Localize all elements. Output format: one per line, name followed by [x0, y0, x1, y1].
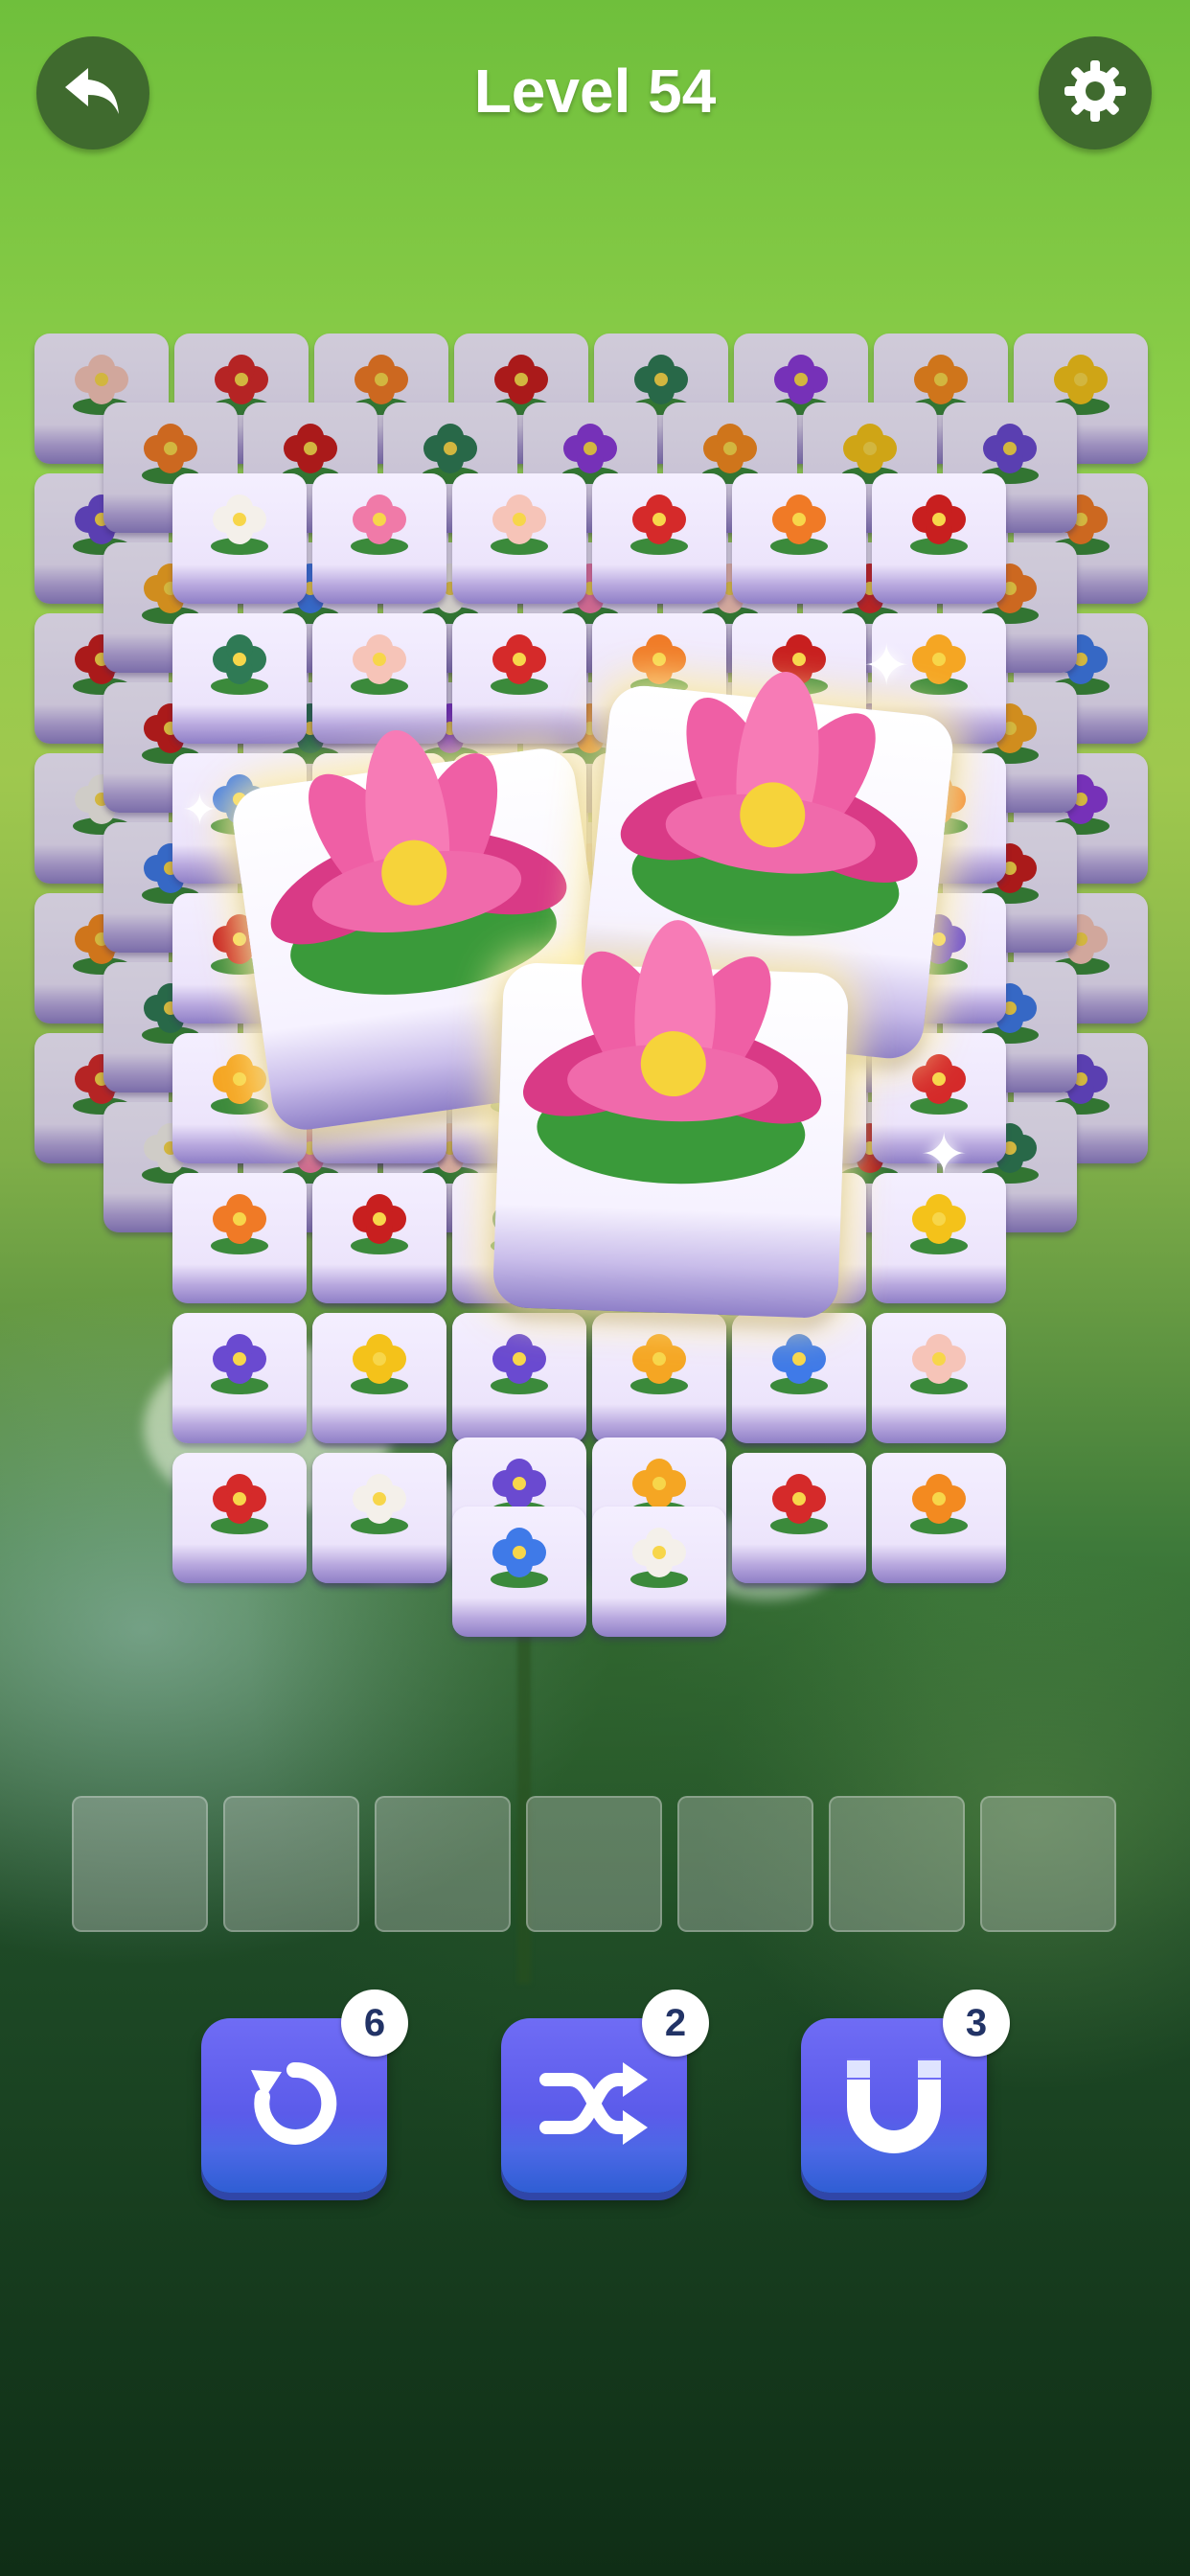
level-title: Level 54: [473, 57, 717, 126]
red-rose-icon: [770, 1474, 828, 1534]
flower-tile[interactable]: [312, 1313, 446, 1443]
succulent-icon: [211, 634, 268, 695]
peach-blossom-icon: [910, 1334, 968, 1394]
shuffle-icon: [537, 2051, 652, 2160]
shuffle-count-badge: 2: [642, 1990, 709, 2057]
undo-icon: [241, 2051, 347, 2160]
red-poppy-icon: [910, 494, 968, 555]
flower-tile[interactable]: [592, 1506, 726, 1637]
tile-slot[interactable]: [223, 1796, 359, 1932]
red-rose-icon: [630, 494, 688, 555]
orange-poppy-icon: [910, 1474, 968, 1534]
calla-lily-icon: [351, 1474, 408, 1534]
flower-tile[interactable]: [312, 473, 446, 604]
flower-tile[interactable]: [872, 1173, 1006, 1303]
lotus-icon: [523, 920, 822, 1184]
purple-iris-icon: [491, 1334, 548, 1394]
sunflower-icon: [351, 1334, 408, 1394]
flower-tile[interactable]: [312, 1173, 446, 1303]
tile-slot[interactable]: [375, 1796, 511, 1932]
purple-iris-icon: [211, 1334, 268, 1394]
peach-blossom-icon: [351, 634, 408, 695]
flower-tile[interactable]: [312, 1453, 446, 1583]
peach-blossom-icon: [491, 494, 548, 555]
orange-marigold-icon: [770, 494, 828, 555]
flower-tile[interactable]: [172, 473, 307, 604]
flower-tile[interactable]: [592, 1313, 726, 1443]
sparkle-icon: ✦: [920, 1121, 969, 1188]
game-screen: Level 54 ✦ ✦ ✦ 6 2 3: [0, 0, 1190, 2576]
settings-button[interactable]: [1039, 36, 1152, 150]
blue-hydrangea-icon: [770, 1334, 828, 1394]
calla-lily-icon: [630, 1528, 688, 1588]
flower-tile[interactable]: [732, 1313, 866, 1443]
magnet-icon: [841, 2051, 947, 2160]
tile-slot[interactable]: [829, 1796, 965, 1932]
flower-tile[interactable]: [732, 1453, 866, 1583]
calla-lily-icon: [211, 494, 268, 555]
tile-slot[interactable]: [980, 1796, 1116, 1932]
flower-tile[interactable]: [452, 1506, 586, 1637]
red-poppy-icon: [351, 1194, 408, 1254]
tulip-icon: [630, 1334, 688, 1394]
tile-slot[interactable]: [526, 1796, 662, 1932]
red-rose-icon: [211, 1474, 268, 1534]
undo-count-badge: 6: [341, 1990, 408, 2057]
orange-marigold-icon: [211, 1194, 268, 1254]
red-rose-icon: [910, 1054, 968, 1115]
flower-tile[interactable]: [872, 1453, 1006, 1583]
flower-tile[interactable]: [592, 473, 726, 604]
gear-icon: [1061, 57, 1130, 129]
flower-tile[interactable]: [452, 1313, 586, 1443]
flower-tile[interactable]: [172, 1173, 307, 1303]
flower-tile[interactable]: [172, 1313, 307, 1443]
blue-hydrangea-icon: [491, 1528, 548, 1588]
tile-slot[interactable]: [677, 1796, 813, 1932]
flower-tile[interactable]: [172, 1453, 307, 1583]
flower-tile[interactable]: [872, 473, 1006, 604]
sparkle-icon: ✦: [182, 786, 217, 835]
flower-tile[interactable]: [732, 473, 866, 604]
sparkle-icon: ✦: [862, 632, 911, 700]
flower-tile[interactable]: [452, 473, 586, 604]
pink-peony-icon: [351, 494, 408, 555]
sunflower-icon: [910, 1194, 968, 1254]
tile-slot[interactable]: [72, 1796, 208, 1932]
flower-tile[interactable]: [872, 1313, 1006, 1443]
magnet-count-badge: 3: [943, 1990, 1010, 2057]
lotus-tile[interactable]: [492, 920, 850, 1320]
